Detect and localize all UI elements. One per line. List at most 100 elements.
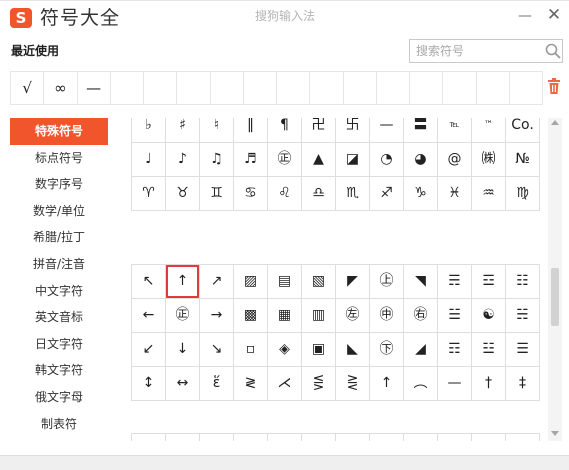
symbol-cell[interactable]: ◈ [268,333,302,367]
sidebar-item[interactable]: 日文字符 [10,331,108,358]
symbol-cell[interactable]: — [370,118,404,143]
recent-symbol-cell[interactable] [177,72,211,104]
symbol-cell[interactable]: ☴ [438,265,472,299]
symbol-cell[interactable] [234,434,268,441]
symbol-cell[interactable]: ‖ [234,118,268,143]
sidebar-item[interactable]: 韩文字符 [10,357,108,384]
symbol-cell[interactable]: ≷ [234,367,268,401]
symbol-cell[interactable]: ™ [472,118,506,143]
symbol-cell[interactable]: ︵ [404,367,438,401]
symbol-cell[interactable]: ↔ [166,367,200,401]
symbol-cell[interactable] [438,434,472,441]
recent-symbol-cell[interactable] [310,72,344,104]
recent-symbol-cell[interactable] [377,72,410,104]
symbol-cell[interactable]: ♈ [132,177,166,211]
symbol-cell[interactable]: ▲ [302,143,336,177]
symbol-cell[interactable]: ☲ [472,265,506,299]
symbol-cell[interactable]: ♮ [200,118,234,143]
symbol-cell[interactable]: ㊣ [166,299,200,333]
symbol-cell[interactable]: ♫ [200,143,234,177]
scroll-down-arrow-icon[interactable] [551,431,559,436]
sidebar-item[interactable]: 拼音/注音 [10,251,108,278]
recent-symbol-cell[interactable] [410,72,444,104]
symbol-cell[interactable]: ↗ [200,265,234,299]
symbol-cell[interactable]: ⋛ [336,367,370,401]
symbol-cell[interactable]: ▩ [234,299,268,333]
minimize-button[interactable]: — [516,7,534,25]
symbol-cell[interactable]: ℡ [438,118,472,143]
symbol-cell[interactable]: ◢ [404,333,438,367]
symbol-cell[interactable]: ♬ [234,143,268,177]
scroll-thumb[interactable] [551,268,559,326]
symbol-cell[interactable] [200,434,234,441]
symbol-cell[interactable]: ♏ [336,177,370,211]
symbol-cell[interactable]: ▥ [302,299,336,333]
symbol-cell[interactable]: ㊨ [404,299,438,333]
sidebar-item[interactable]: 英文音标 [10,304,108,331]
symbol-cell[interactable]: ↑ [370,367,404,401]
symbol-cell[interactable]: № [506,143,540,177]
sidebar-item[interactable]: 标点符号 [10,145,108,172]
symbol-cell[interactable]: ㊤ [370,265,404,299]
recent-symbol-cell[interactable]: √ [11,72,45,104]
symbol-cell[interactable]: ▦ [268,299,302,333]
symbol-cell[interactable]: ↕ [132,367,166,401]
sidebar-item[interactable]: 俄文字母 [10,384,108,411]
symbol-cell[interactable]: ♪ [166,143,200,177]
symbol-cell[interactable] [132,434,166,441]
symbol-cell[interactable]: — [438,367,472,401]
symbol-cell[interactable]: † [472,367,506,401]
symbol-cell[interactable]: ◔ [370,143,404,177]
symbol-cell[interactable]: ▧ [302,265,336,299]
symbol-cell[interactable] [166,434,200,441]
symbol-cell[interactable]: ☵ [506,299,540,333]
symbol-cell[interactable]: ☱ [438,299,472,333]
recent-symbol-cell[interactable] [277,72,311,104]
vertical-scrollbar[interactable] [548,118,562,441]
symbol-cell[interactable]: ¶ [268,118,302,143]
symbol-cell[interactable]: ↙ [132,333,166,367]
recent-symbol-cell[interactable] [144,72,178,104]
symbol-cell[interactable]: ㊧ [336,299,370,333]
recent-symbol-cell[interactable]: — [78,72,111,104]
sidebar-item[interactable]: 特殊符号 [10,118,108,145]
recent-symbol-cell[interactable] [211,72,244,104]
symbol-cell[interactable] [404,434,438,441]
search-icon[interactable] [544,42,562,60]
symbol-cell[interactable]: ㊥ [370,299,404,333]
symbol-cell[interactable]: ⋌ [268,367,302,401]
sidebar-item[interactable]: 希腊/拉丁 [10,224,108,251]
symbol-cell[interactable]: ♌ [268,177,302,211]
symbol-cell[interactable]: 〓 [404,118,438,143]
recent-symbol-cell[interactable] [443,72,477,104]
symbol-cell[interactable]: ◣ [336,333,370,367]
symbol-cell[interactable]: ♊ [200,177,234,211]
symbol-cell[interactable]: ⋚ [302,367,336,401]
symbol-cell[interactable]: ☰ [506,333,540,367]
symbol-cell[interactable]: ◪ [336,143,370,177]
symbol-cell[interactable]: ♋ [234,177,268,211]
sidebar-item[interactable]: 中文字符 [10,278,108,305]
symbol-cell[interactable]: ◕ [404,143,438,177]
symbol-cell[interactable]: ♓ [438,177,472,211]
symbol-cell[interactable]: 卍 [302,118,336,143]
search-box[interactable] [409,39,563,63]
symbol-cell[interactable]: ▤ [268,265,302,299]
symbol-cell[interactable]: ㈱ [472,143,506,177]
symbol-cell[interactable]: ♒ [472,177,506,211]
symbol-cell[interactable] [268,434,302,441]
trash-icon[interactable] [546,77,562,95]
recent-symbol-cell[interactable] [244,72,277,104]
symbol-cell[interactable]: ↘ [200,333,234,367]
symbol-cell[interactable]: ◤ [336,265,370,299]
sidebar-item[interactable]: 数字序号 [10,171,108,198]
sidebar-item[interactable]: 数学/单位 [10,198,108,225]
symbol-cell[interactable]: ↑ [166,265,200,299]
symbol-cell[interactable]: ↓ [166,333,200,367]
symbol-cell[interactable]: ☶ [438,333,472,367]
title-bar[interactable]: S 符号大全 搜狗输入法 — ✕ [0,1,569,37]
recent-symbol-cell[interactable] [477,72,510,104]
symbol-cell[interactable]: ← [132,299,166,333]
symbol-cell[interactable]: ♐ [370,177,404,211]
symbol-cell[interactable]: 卐 [336,118,370,143]
